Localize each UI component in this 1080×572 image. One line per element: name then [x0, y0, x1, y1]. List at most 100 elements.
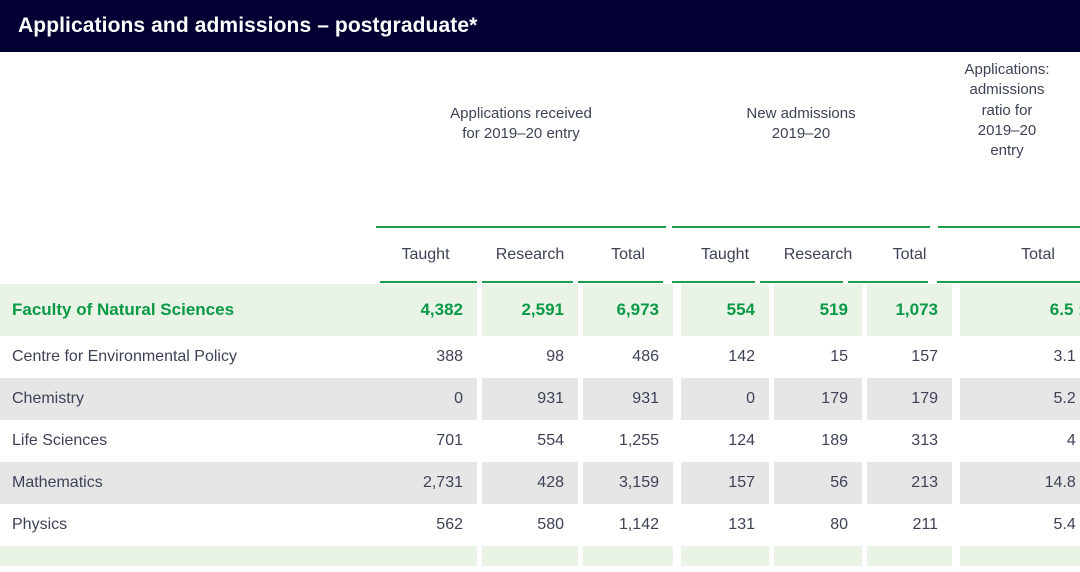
rule-segment-admissions — [672, 226, 930, 228]
faculty-admissions-taught: 554 — [681, 284, 769, 336]
row-ratio-total: 5.2 : 1 — [960, 378, 1080, 420]
row-applications-taught: 388 — [374, 336, 477, 378]
row-applications-total: 3,159 — [583, 462, 673, 504]
sub-header-ratio-total: Total — [960, 246, 1080, 264]
table-row: Mathematics 2,731 428 3,159 157 56 213 1… — [0, 462, 1080, 504]
rule-segment-applications — [376, 226, 666, 228]
row-applications-total: 931 — [583, 378, 673, 420]
row-applications-research: 98 — [482, 336, 578, 378]
group-header-ratio: Applications: admissions ratio for 2019–… — [934, 52, 1080, 226]
cell-gap — [952, 546, 960, 566]
row-admissions-total: 211 — [867, 504, 952, 546]
row-admissions-research: 189 — [774, 420, 862, 462]
row-applications-total: 1,255 — [583, 420, 673, 462]
rule-segment-applications-taught — [380, 281, 477, 283]
row-label-partial — [0, 546, 374, 566]
table-row: Centre for Environmental Policy 388 98 4… — [0, 336, 1080, 378]
cell-gap — [673, 546, 681, 566]
sub-header-admissions-research: Research — [774, 246, 862, 264]
rule-segment-admissions-taught — [672, 281, 755, 283]
row-applications-research: 931 — [482, 378, 578, 420]
row-label: Life Sciences — [0, 420, 374, 462]
page-title-bar: Applications and admissions – postgradua… — [0, 0, 1080, 52]
row-cell-partial — [867, 546, 952, 566]
row-cell-partial — [583, 546, 673, 566]
table-row: Chemistry 0 931 931 0 179 179 5.2 : 1 — [0, 378, 1080, 420]
row-admissions-research: 179 — [774, 378, 862, 420]
report-table-page: Applications and admissions – postgradua… — [0, 0, 1080, 572]
row-applications-research: 554 — [482, 420, 578, 462]
row-cell-partial — [681, 546, 769, 566]
group-header-admissions-line1: New admissions — [746, 104, 855, 124]
table-row: Life Sciences 701 554 1,255 124 189 313 … — [0, 420, 1080, 462]
table-row: Physics 562 580 1,142 131 80 211 5.4 : 1 — [0, 504, 1080, 546]
faculty-applications-taught: 4,382 — [374, 284, 477, 336]
faculty-applications-total: 6,973 — [583, 284, 673, 336]
sub-header-applications-taught: Taught — [374, 246, 477, 264]
row-applications-research: 428 — [482, 462, 578, 504]
row-applications-taught: 2,731 — [374, 462, 477, 504]
page-title: Applications and admissions – postgradua… — [18, 14, 477, 38]
rule-segment-admissions-total — [848, 281, 928, 283]
row-label: Chemistry — [0, 378, 374, 420]
rule-segment-ratio-total — [937, 281, 1080, 283]
cell-gap — [673, 284, 681, 336]
row-admissions-total: 213 — [867, 462, 952, 504]
row-admissions-total: 313 — [867, 420, 952, 462]
row-admissions-taught: 157 — [681, 462, 769, 504]
row-admissions-taught: 0 — [681, 378, 769, 420]
row-admissions-total: 179 — [867, 378, 952, 420]
faculty-ratio-total: 6.5 : 1 — [960, 284, 1080, 336]
row-applications-taught: 701 — [374, 420, 477, 462]
applications-admissions-table: Applications received for 2019–20 entry … — [0, 52, 1080, 566]
row-ratio-total: 3.1 : 1 — [960, 336, 1080, 378]
row-admissions-taught: 131 — [681, 504, 769, 546]
row-cell-partial — [774, 546, 862, 566]
row-label: Mathematics — [0, 462, 374, 504]
row-ratio-total: 4 : 1 — [960, 420, 1080, 462]
group-header-ratio-line3: ratio for — [964, 101, 1049, 121]
rule-segment-admissions-research — [760, 281, 843, 283]
faculty-admissions-total: 1,073 — [867, 284, 952, 336]
group-header-applications-line2: for 2019–20 entry — [450, 124, 592, 144]
group-header-ratio-line5: entry — [964, 141, 1049, 161]
rule-segment-applications-total — [578, 281, 663, 283]
row-admissions-total: 157 — [867, 336, 952, 378]
faculty-summary-row: Faculty of Natural Sciences 4,382 2,591 … — [0, 284, 1080, 336]
row-admissions-research: 15 — [774, 336, 862, 378]
sub-header-admissions-taught: Taught — [681, 246, 769, 264]
row-admissions-taught: 124 — [681, 420, 769, 462]
sub-header-applications-research: Research — [482, 246, 578, 264]
row-admissions-research: 56 — [774, 462, 862, 504]
faculty-admissions-research: 519 — [774, 284, 862, 336]
row-admissions-taught: 142 — [681, 336, 769, 378]
rule-gap — [930, 226, 938, 229]
row-cell-partial — [374, 546, 477, 566]
column-group-header-row: Applications received for 2019–20 entry … — [0, 52, 1080, 226]
group-header-admissions-line2: 2019–20 — [746, 124, 855, 144]
row-cell-partial — [960, 546, 1080, 566]
row-ratio-total: 14.8 : 1 — [960, 462, 1080, 504]
group-header-admissions: New admissions 2019–20 — [668, 52, 934, 226]
row-label: Centre for Environmental Policy — [0, 336, 374, 378]
sub-header-admissions-total: Total — [867, 246, 952, 264]
row-applications-taught: 0 — [374, 378, 477, 420]
row-applications-total: 486 — [583, 336, 673, 378]
table-row-partial — [0, 546, 1080, 566]
row-ratio-total: 5.4 : 1 — [960, 504, 1080, 546]
rule-segment-ratio — [938, 226, 1080, 228]
group-header-ratio-line4: 2019–20 — [964, 121, 1049, 141]
group-header-ratio-line2: admissions — [964, 80, 1049, 100]
group-header-ratio-line1: Applications: — [964, 60, 1049, 80]
row-applications-taught: 562 — [374, 504, 477, 546]
cell-gap — [952, 284, 960, 336]
sub-header-applications-total: Total — [583, 246, 673, 264]
rule-spacer — [0, 226, 376, 229]
column-sub-header-row: Taught Research Total Taught Research To… — [0, 229, 1080, 281]
row-admissions-research: 80 — [774, 504, 862, 546]
faculty-applications-research: 2,591 — [482, 284, 578, 336]
row-applications-research: 580 — [482, 504, 578, 546]
group-header-applications: Applications received for 2019–20 entry — [374, 52, 668, 226]
faculty-row-label: Faculty of Natural Sciences — [0, 284, 374, 336]
row-applications-total: 1,142 — [583, 504, 673, 546]
